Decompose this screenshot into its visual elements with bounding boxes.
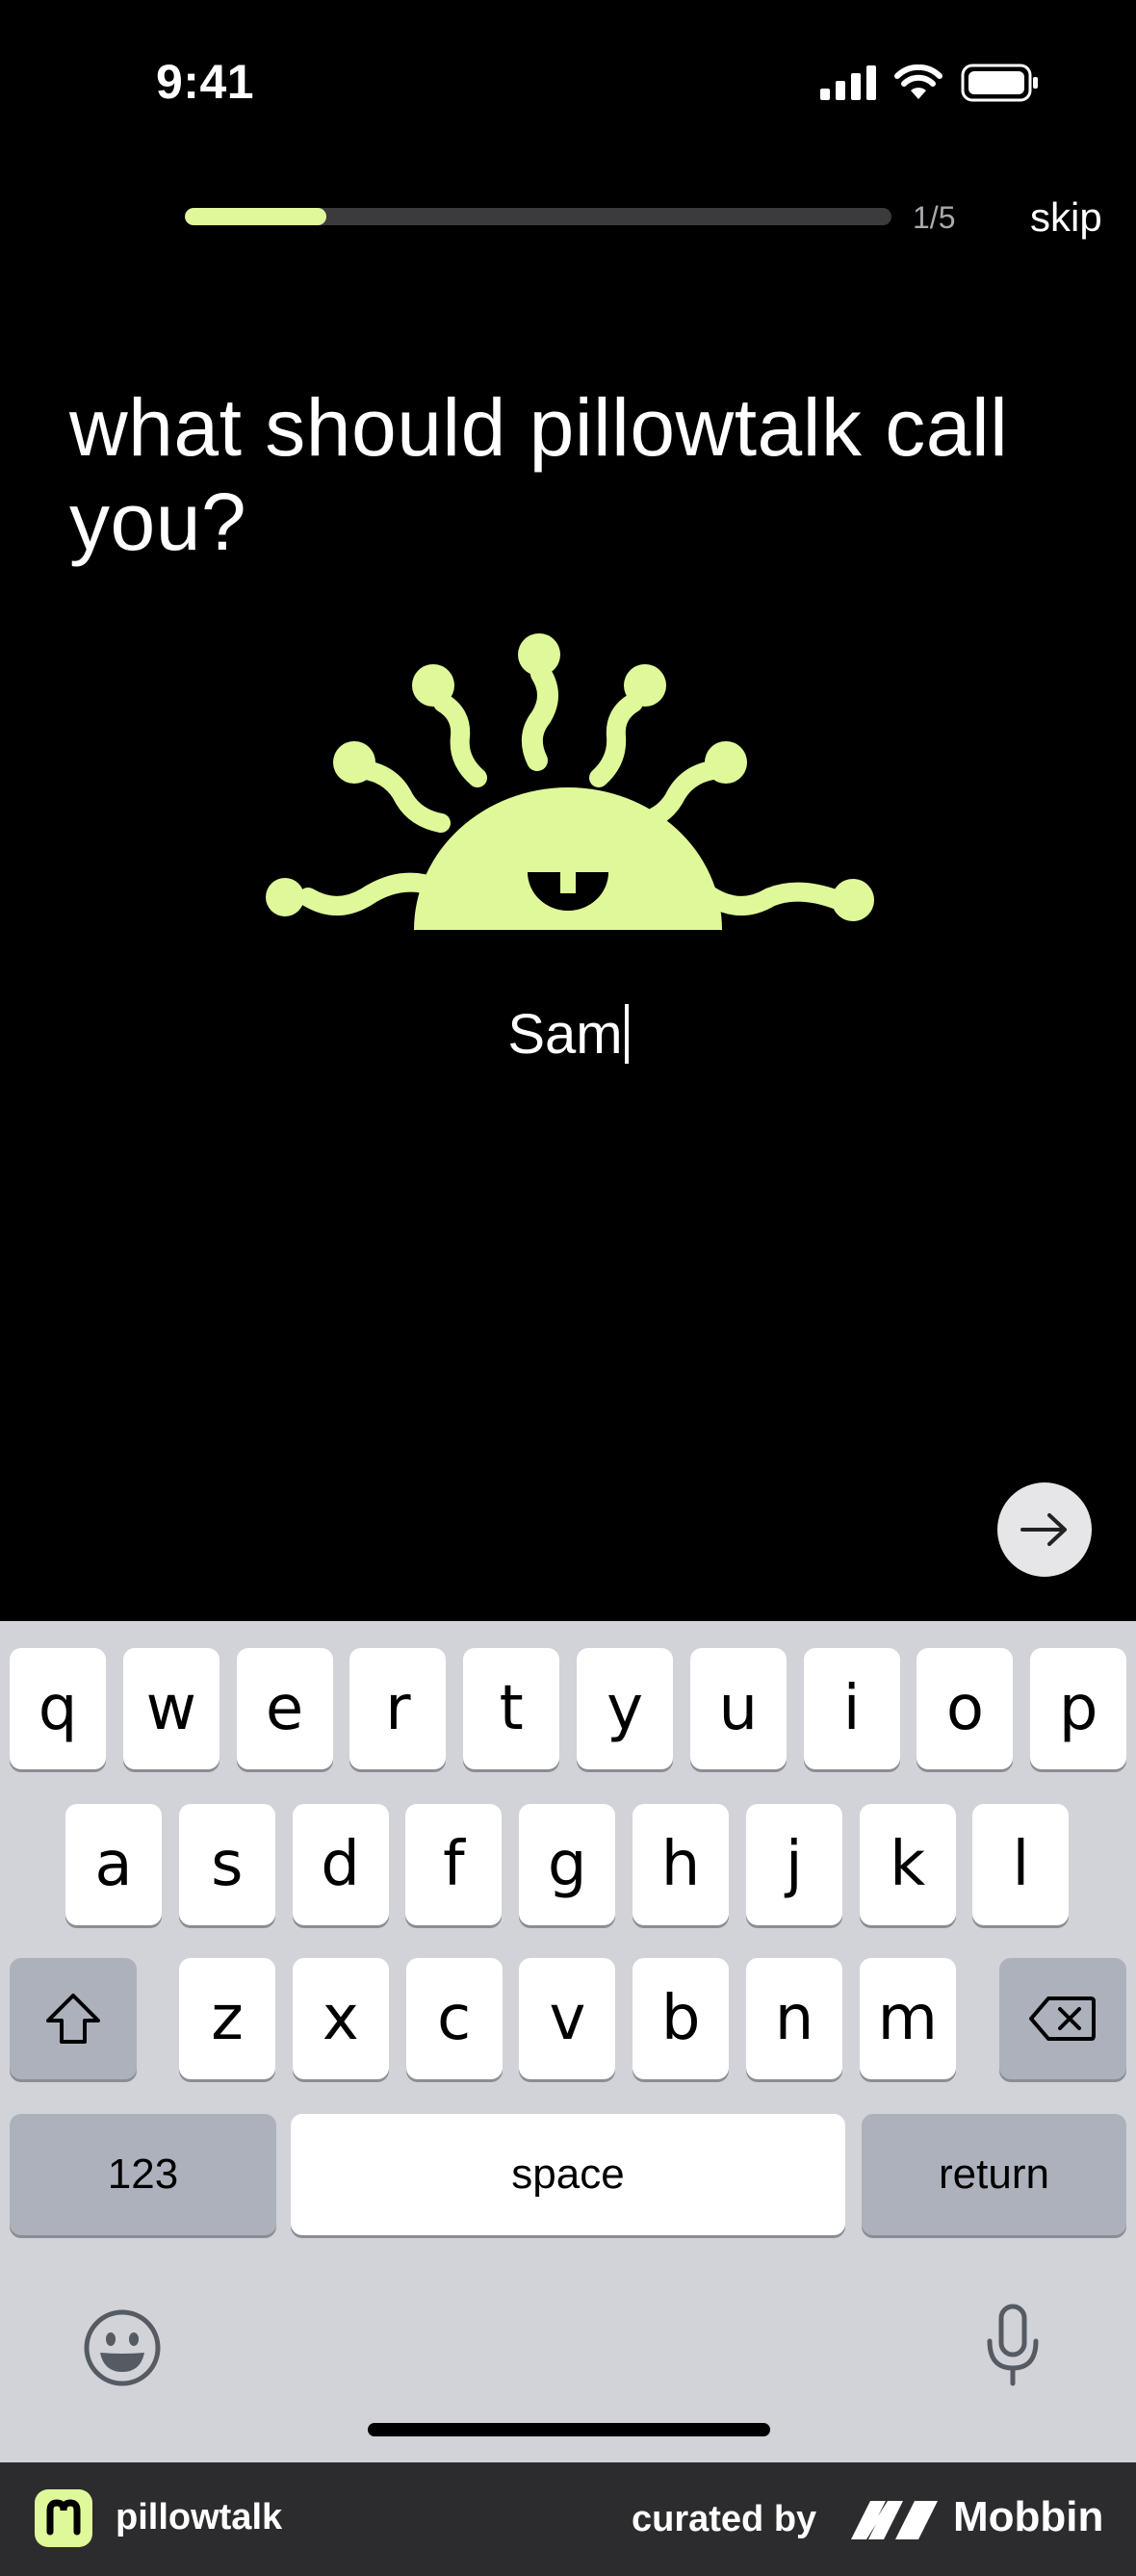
mobbin-logo-icon [851, 2501, 938, 2539]
key-i[interactable]: i [803, 1648, 900, 1769]
name-input[interactable]: Sam [375, 997, 761, 1070]
key-m[interactable]: m [859, 1958, 956, 2079]
key-y[interactable]: y [577, 1648, 673, 1769]
key-b[interactable]: b [633, 1958, 730, 2079]
key-n[interactable]: n [746, 1958, 842, 2079]
delete-icon [1029, 1996, 1096, 2041]
question-heading: what should pillowtalk call you? [69, 382, 1009, 567]
key-f[interactable]: f [405, 1804, 503, 1925]
status-icons [820, 64, 1040, 102]
progress-bar [185, 208, 891, 225]
key-d[interactable]: d [292, 1804, 389, 1925]
key-v[interactable]: v [519, 1958, 616, 2079]
key-q[interactable]: q [10, 1648, 106, 1769]
space-key[interactable]: space [291, 2114, 845, 2235]
sun-mascot-illustration [266, 633, 874, 930]
name-input-value: Sam [507, 1002, 623, 1066]
home-indicator [368, 2423, 770, 2436]
battery-icon [961, 64, 1038, 102]
wifi-icon [894, 64, 942, 99]
key-l[interactable]: l [972, 1804, 1070, 1925]
app-name: pillowtalk [116, 2497, 283, 2537]
key-t[interactable]: t [463, 1648, 560, 1769]
key-j[interactable]: j [745, 1804, 842, 1925]
key-x[interactable]: x [292, 1958, 389, 2079]
shift-icon [46, 1994, 100, 2044]
arrow-right-icon [1020, 1513, 1067, 1546]
key-w[interactable]: w [122, 1648, 219, 1769]
key-g[interactable]: g [519, 1804, 616, 1925]
key-p[interactable]: p [1030, 1648, 1127, 1769]
status-time: 9:41 [156, 55, 255, 109]
progress-fill [185, 208, 326, 225]
key-s[interactable]: s [178, 1804, 275, 1925]
key-z[interactable]: z [179, 1958, 275, 2079]
key-h[interactable]: h [633, 1804, 729, 1925]
key-u[interactable]: u [689, 1648, 787, 1769]
key-a[interactable]: a [65, 1804, 162, 1925]
microphone-icon[interactable] [982, 2303, 1044, 2389]
skip-button[interactable]: skip [1030, 194, 1102, 241]
key-c[interactable]: c [405, 1958, 503, 2079]
status-bar: 9:41 [0, 0, 1136, 173]
pillowtalk-logo-icon [46, 2499, 81, 2536]
app-logo [35, 2489, 92, 2547]
delete-key[interactable] [999, 1958, 1126, 2079]
cellular-signal-icon [820, 65, 876, 100]
curated-label: curated by [632, 2499, 817, 2539]
key-r[interactable]: r [349, 1648, 447, 1769]
return-key[interactable]: return [862, 2114, 1126, 2235]
key-e[interactable]: e [236, 1648, 333, 1769]
key-o[interactable]: o [917, 1648, 1014, 1769]
text-caret [624, 1004, 629, 1064]
mobbin-brand: Mobbin [953, 2493, 1104, 2540]
key-k[interactable]: k [859, 1804, 956, 1925]
footer: pillowtalk curated by Mobbin [0, 2462, 1136, 2576]
emoji-icon[interactable] [83, 2308, 162, 2387]
next-button[interactable] [997, 1482, 1092, 1577]
progress-count: 1/5 [913, 200, 956, 235]
numbers-key[interactable]: 123 [10, 2114, 276, 2235]
shift-key[interactable] [10, 1958, 137, 2079]
keyboard: qwertyuiop asdfghjkl zxcvbnm 123 space r… [0, 1621, 1136, 2462]
